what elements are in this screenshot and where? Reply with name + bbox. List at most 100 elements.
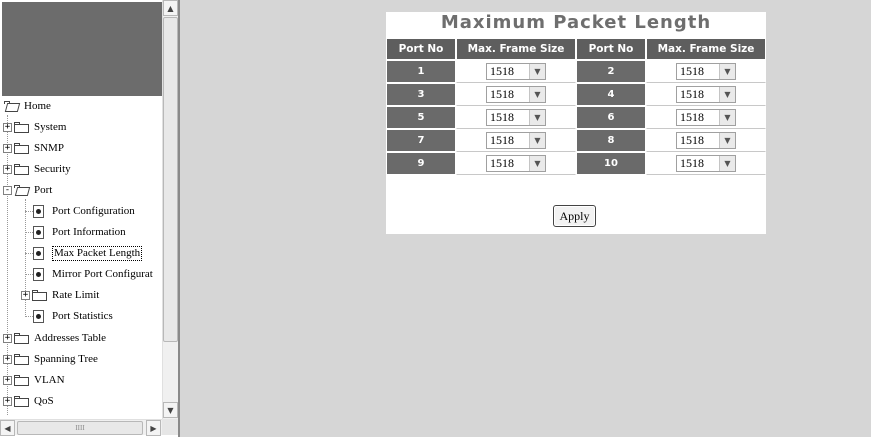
folder-icon	[14, 122, 29, 133]
frame-size-cell: 1518 ▼	[456, 152, 576, 175]
frame-size-select[interactable]: 1518 ▼	[676, 63, 736, 81]
chevron-down-icon[interactable]: ▼	[529, 156, 545, 172]
nav-item-label: Home	[24, 100, 51, 112]
collapse-icon[interactable]: -	[3, 185, 12, 195]
folder-open-icon	[4, 101, 19, 111]
frame-size-select[interactable]: 1518 ▼	[676, 86, 736, 104]
expand-icon[interactable]: +	[3, 164, 12, 174]
frame-size-select[interactable]: 1518 ▼	[486, 109, 546, 127]
frame-size-select[interactable]: 1518 ▼	[486, 63, 546, 81]
table-row: 1 1518 ▼ 2 1518 ▼	[386, 60, 766, 83]
scroll-down-icon[interactable]: ▼	[163, 402, 178, 418]
nav-item-security[interactable]: + Security	[3, 161, 71, 177]
chevron-down-icon[interactable]: ▼	[719, 110, 735, 126]
tree-connector	[25, 253, 33, 254]
table-row: 3 1518 ▼ 4 1518 ▼	[386, 83, 766, 106]
chevron-down-icon[interactable]: ▼	[719, 156, 735, 172]
nav-item-port-statistics[interactable]: Port Statistics	[33, 308, 113, 324]
page-icon	[33, 225, 44, 239]
nav-item-label: Port	[34, 184, 53, 196]
nav-item-label: Port Configuration	[52, 205, 135, 217]
nav-item-port[interactable]: - Port	[3, 182, 52, 198]
nav-item-mirror-port-configuration[interactable]: Mirror Port Configurat	[33, 266, 153, 282]
folder-icon	[14, 396, 29, 407]
frame-size-value: 1518	[490, 110, 514, 125]
vertical-scrollbar[interactable]: ▲ ▼	[162, 0, 178, 419]
chevron-down-icon[interactable]: ▼	[719, 133, 735, 149]
page-icon	[33, 309, 44, 323]
nav-item-snmp[interactable]: + SNMP	[3, 140, 64, 156]
frame-size-select[interactable]: 1518 ▼	[676, 155, 736, 173]
chevron-down-icon[interactable]: ▼	[719, 87, 735, 103]
table-row: 7 1518 ▼ 8 1518 ▼	[386, 129, 766, 152]
chevron-down-icon[interactable]: ▼	[719, 64, 735, 80]
frame-size-select[interactable]: 1518 ▼	[676, 132, 736, 150]
nav-item-label: SNMP	[34, 142, 64, 154]
port-number-cell: 2	[576, 60, 646, 83]
scroll-up-icon[interactable]: ▲	[163, 0, 178, 16]
page-icon	[33, 246, 44, 260]
nav-item-max-packet-length[interactable]: Max Packet Length	[33, 245, 143, 261]
expand-icon[interactable]: +	[21, 290, 30, 300]
nav-item-spanning-tree[interactable]: + Spanning Tree	[3, 351, 98, 367]
scroll-left-icon[interactable]: ◀	[0, 420, 15, 436]
scroll-right-icon[interactable]: ▶	[146, 420, 161, 436]
port-number-cell: 1	[386, 60, 456, 83]
frame-size-cell: 1518 ▼	[456, 106, 576, 129]
nav-item-vlan[interactable]: + VLAN	[3, 372, 65, 388]
nav-item-label: Spanning Tree	[34, 353, 98, 365]
scrollbar-thumb[interactable]: IIII	[17, 421, 143, 435]
folder-icon	[14, 375, 29, 386]
frame-size-value: 1518	[490, 133, 514, 148]
expand-icon[interactable]: +	[3, 333, 12, 343]
nav-item-home[interactable]: Home	[3, 98, 51, 114]
chevron-down-icon[interactable]: ▼	[529, 87, 545, 103]
horizontal-scrollbar[interactable]: ◀ IIII ▶	[0, 419, 162, 436]
nav-item-label: Addresses Table	[34, 332, 107, 344]
folder-icon	[14, 143, 29, 154]
apply-button[interactable]: Apply	[553, 205, 596, 227]
nav-item-rate-limit[interactable]: + Rate Limit	[21, 287, 99, 303]
nav-item-port-information[interactable]: Port Information	[33, 224, 126, 240]
nav-item-addresses-table[interactable]: + Addresses Table	[3, 330, 106, 346]
tree-connector	[7, 115, 8, 415]
frame-size-select[interactable]: 1518 ▼	[676, 109, 736, 127]
nav-item-label: Security	[34, 163, 71, 175]
port-number-cell: 5	[386, 106, 456, 129]
max-packet-length-table: Port No Max. Frame Size Port No Max. Fra…	[386, 38, 766, 175]
frame-size-select[interactable]: 1518 ▼	[486, 155, 546, 173]
frame-size-select[interactable]: 1518 ▼	[486, 86, 546, 104]
port-number-cell: 8	[576, 129, 646, 152]
port-number-cell: 6	[576, 106, 646, 129]
frame-size-value: 1518	[490, 87, 514, 102]
expand-icon[interactable]: +	[3, 396, 12, 406]
scrollbar-thumb[interactable]	[163, 17, 178, 342]
frame-size-cell: 1518 ▼	[456, 129, 576, 152]
nav-tree: Home + System + SNMP + Security - Port P…	[3, 97, 163, 417]
scrollbar-corner	[162, 419, 178, 435]
table-row: 9 1518 ▼ 10 1518 ▼	[386, 152, 766, 175]
port-number-cell: 9	[386, 152, 456, 175]
chevron-down-icon[interactable]: ▼	[529, 64, 545, 80]
port-number-cell: 3	[386, 83, 456, 106]
nav-item-label: Port Information	[52, 226, 126, 238]
frame-size-value: 1518	[680, 156, 704, 171]
column-header-max-frame-size: Max. Frame Size	[456, 38, 576, 60]
expand-icon[interactable]: +	[3, 122, 12, 132]
nav-item-port-configuration[interactable]: Port Configuration	[33, 203, 135, 219]
expand-icon[interactable]: +	[3, 375, 12, 385]
frame-size-cell: 1518 ▼	[646, 152, 766, 175]
nav-item-qos[interactable]: + QoS	[3, 393, 54, 409]
frame-size-select[interactable]: 1518 ▼	[486, 132, 546, 150]
frame-size-value: 1518	[490, 156, 514, 171]
tree-connector	[25, 274, 33, 275]
frame-size-cell: 1518 ▼	[646, 129, 766, 152]
frame-size-value: 1518	[490, 64, 514, 79]
chevron-down-icon[interactable]: ▼	[529, 133, 545, 149]
nav-item-system[interactable]: + System	[3, 119, 66, 135]
chevron-down-icon[interactable]: ▼	[529, 110, 545, 126]
column-header-port-no: Port No	[386, 38, 456, 60]
expand-icon[interactable]: +	[3, 354, 12, 364]
expand-icon[interactable]: +	[3, 143, 12, 153]
frame-size-cell: 1518 ▼	[456, 83, 576, 106]
